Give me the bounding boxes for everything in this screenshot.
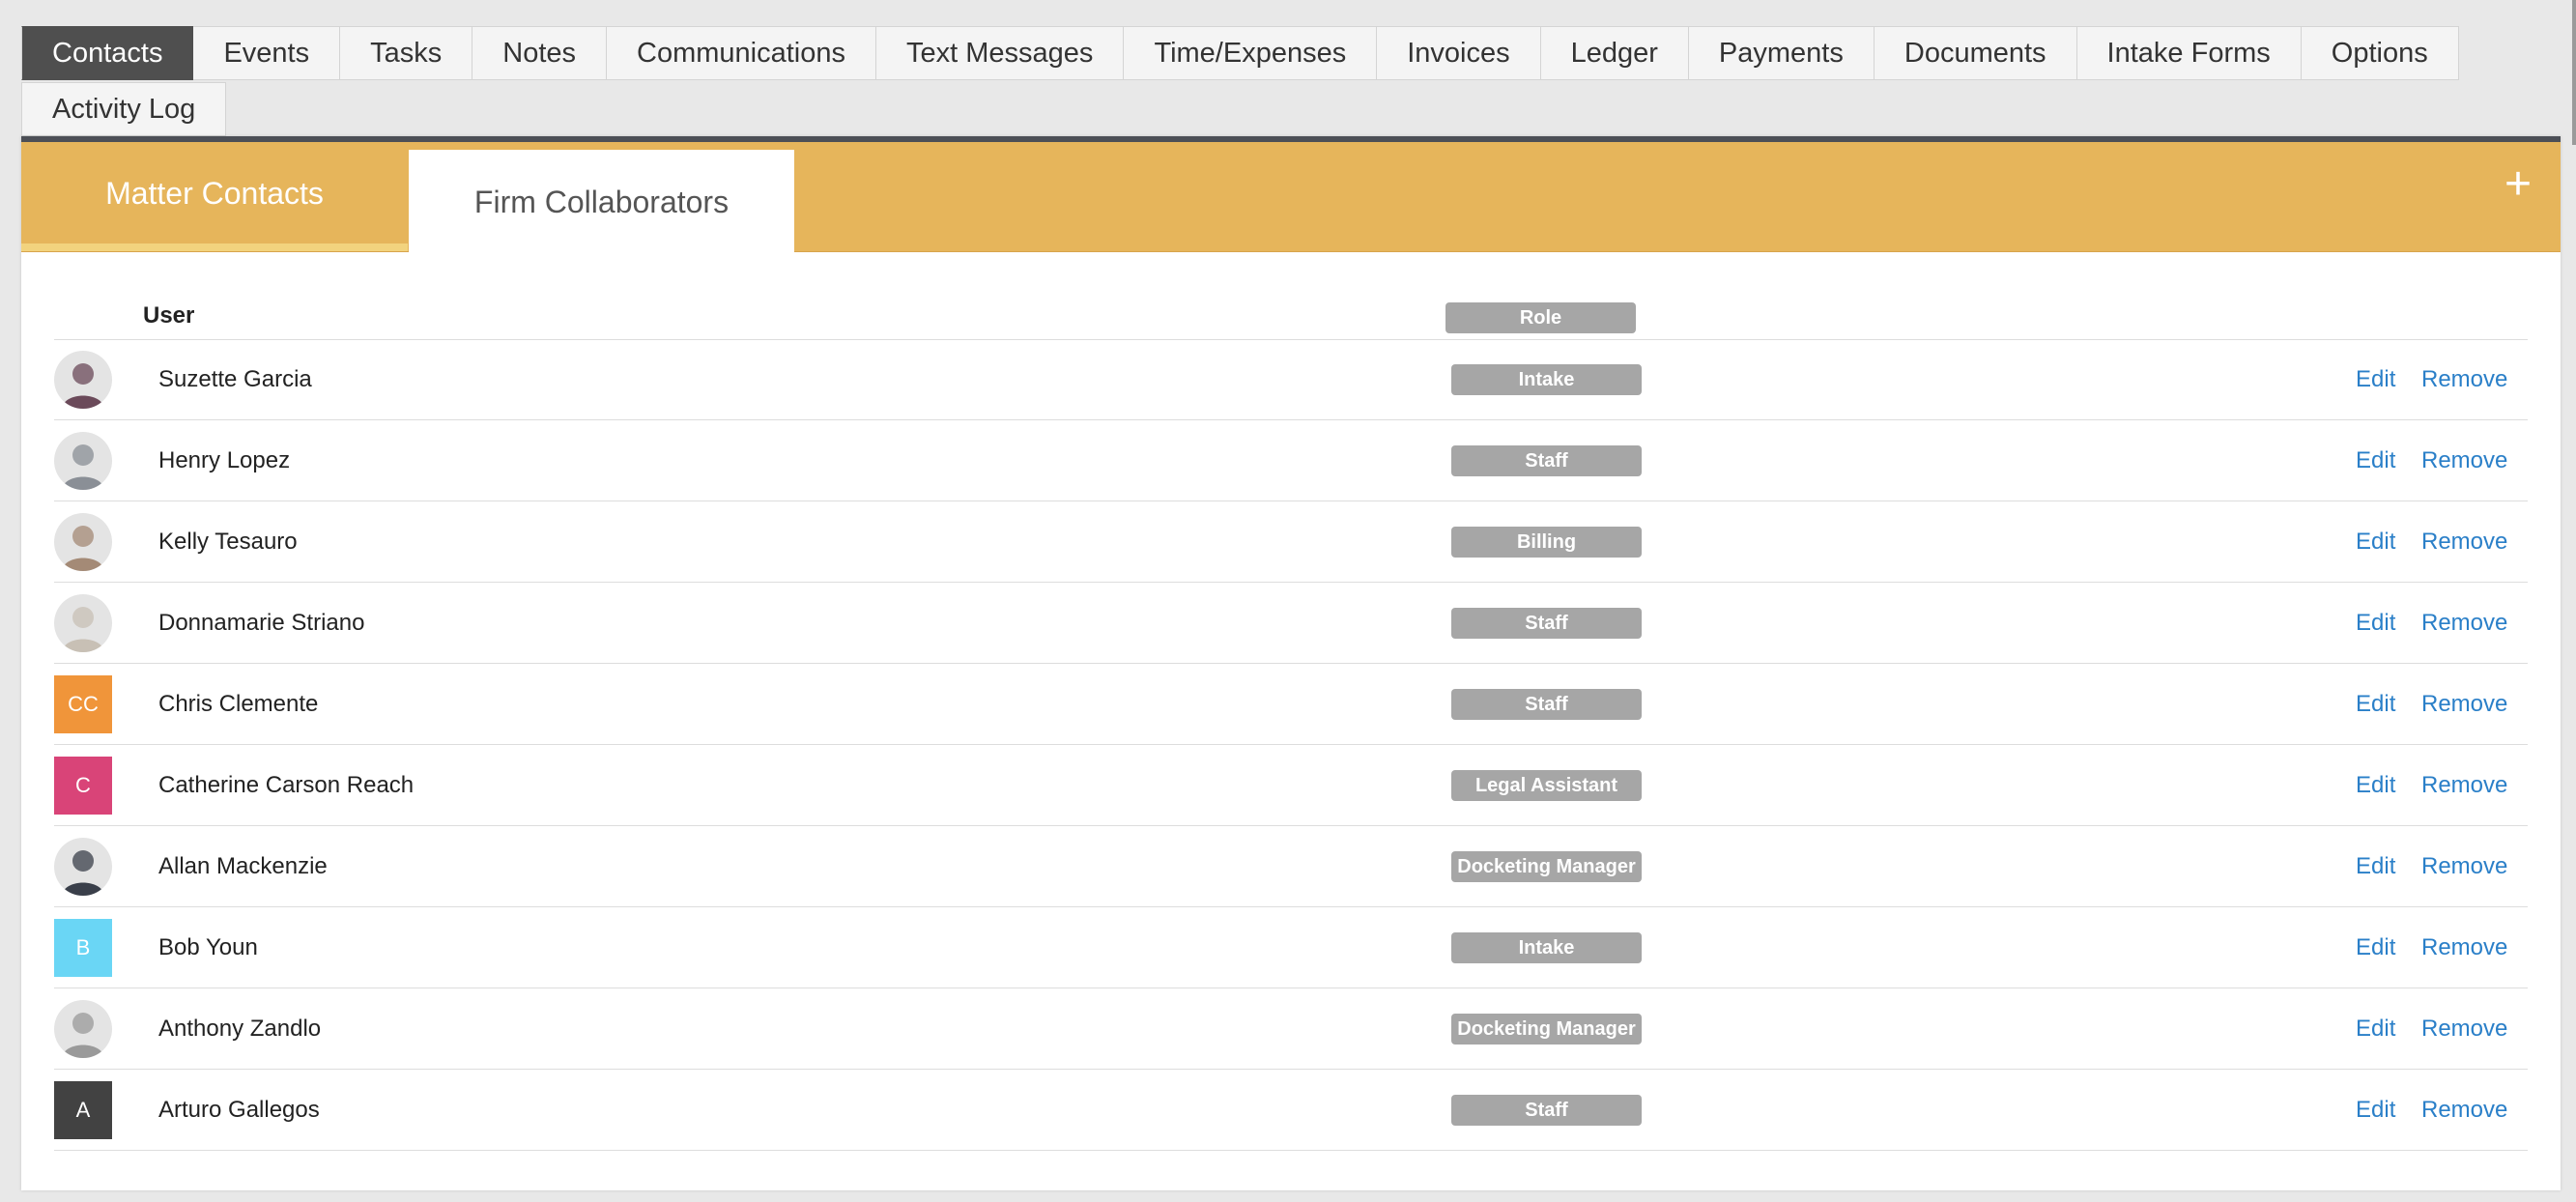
tab-tasks[interactable]: Tasks <box>340 26 473 80</box>
remove-link[interactable]: Remove <box>2421 664 2507 744</box>
scrollbar[interactable] <box>2572 0 2576 145</box>
edit-link[interactable]: Edit <box>2356 907 2395 987</box>
tab-firm-collaborators[interactable]: Firm Collaborators <box>409 150 794 252</box>
column-header-role: Role <box>1445 302 1636 333</box>
avatar <box>54 513 112 571</box>
edit-link[interactable]: Edit <box>2356 826 2395 906</box>
user-name: Arturo Gallegos <box>158 1097 320 1123</box>
role-badge: Docketing Manager <box>1451 850 1642 882</box>
role-badge: Intake <box>1451 931 1642 963</box>
user-name: Suzette Garcia <box>158 366 312 392</box>
remove-link[interactable]: Remove <box>2421 745 2507 825</box>
user-name: Donnamarie Striano <box>158 610 365 636</box>
tab-notes[interactable]: Notes <box>472 26 608 80</box>
remove-link[interactable]: Remove <box>2421 420 2507 501</box>
subtab-header: Matter Contacts Firm Collaborators + <box>21 142 2561 252</box>
tab-documents[interactable]: Documents <box>1874 26 2077 80</box>
table-row: B Bob Youn Intake Edit Remove <box>54 907 2528 988</box>
role-badge: Staff <box>1451 1094 1642 1126</box>
edit-link[interactable]: Edit <box>2356 420 2395 501</box>
table-row: A Arturo Gallegos Staff Edit Remove <box>54 1070 2528 1151</box>
user-name: Bob Youn <box>158 934 258 960</box>
tab-activity-log[interactable]: Activity Log <box>21 82 227 136</box>
remove-link[interactable]: Remove <box>2421 583 2507 663</box>
user-name: Chris Clemente <box>158 691 319 717</box>
role-badge: Docketing Manager <box>1451 1013 1642 1045</box>
user-name: Catherine Carson Reach <box>158 772 415 798</box>
user-name: Anthony Zandlo <box>158 1016 322 1042</box>
edit-link[interactable]: Edit <box>2356 745 2395 825</box>
tab-options[interactable]: Options <box>2301 26 2459 80</box>
edit-link[interactable]: Edit <box>2356 501 2395 582</box>
avatar <box>54 432 112 490</box>
edit-link[interactable]: Edit <box>2356 583 2395 663</box>
table-row: Allan Mackenzie Docketing Manager Edit Remo… <box>54 826 2528 907</box>
role-badge: Staff <box>1451 444 1642 476</box>
remove-link[interactable]: Remove <box>2421 826 2507 906</box>
remove-link[interactable]: Remove <box>2421 988 2507 1069</box>
tab-communications[interactable]: Communications <box>607 26 877 80</box>
tab-contacts[interactable]: Contacts <box>21 26 194 80</box>
role-badge: Staff <box>1451 607 1642 639</box>
table-header: User Role <box>54 297 2528 340</box>
remove-link[interactable]: Remove <box>2421 1070 2507 1150</box>
avatar: CC <box>54 675 112 733</box>
avatar: B <box>54 919 112 977</box>
role-badge: Legal Assistant <box>1451 769 1642 801</box>
remove-link[interactable]: Remove <box>2421 339 2507 419</box>
tab-ledger[interactable]: Ledger <box>1540 26 1689 80</box>
table-row: Henry Lopez Staff Edit Remove <box>54 420 2528 501</box>
edit-link[interactable]: Edit <box>2356 1070 2395 1150</box>
tab-text-messages[interactable]: Text Messages <box>876 26 1125 80</box>
tab-invoices[interactable]: Invoices <box>1377 26 1541 80</box>
table-row: Suzette Garcia Intake Edit Remove <box>54 339 2528 420</box>
remove-link[interactable]: Remove <box>2421 501 2507 582</box>
tab-row-2: Activity Log <box>21 82 2379 136</box>
add-collaborator-button[interactable]: + <box>2497 161 2539 208</box>
table-row: Anthony Zandlo Docketing Manager Edit Remov… <box>54 988 2528 1070</box>
tab-matter-contacts[interactable]: Matter Contacts <box>21 142 408 251</box>
avatar <box>54 351 112 409</box>
tab-payments[interactable]: Payments <box>1688 26 1875 80</box>
role-badge: Billing <box>1451 526 1642 558</box>
user-name: Henry Lopez <box>158 447 291 473</box>
tab-time-expenses[interactable]: Time/Expenses <box>1124 26 1378 80</box>
user-name: Kelly Tesauro <box>158 529 298 555</box>
top-tab-bar: Contacts Events Tasks Notes Communications Te… <box>21 26 2459 136</box>
table-row: Donnamarie Striano Staff Edit Remove <box>54 583 2528 664</box>
edit-link[interactable]: Edit <box>2356 339 2395 419</box>
avatar <box>54 594 112 652</box>
table-row: C Catherine Carson Reach Legal Assistant Ed… <box>54 745 2528 826</box>
remove-link[interactable]: Remove <box>2421 907 2507 987</box>
edit-link[interactable]: Edit <box>2356 988 2395 1069</box>
avatar <box>54 838 112 896</box>
edit-link[interactable]: Edit <box>2356 664 2395 744</box>
avatar: C <box>54 757 112 815</box>
user-name: Allan Mackenzie <box>158 853 328 879</box>
tab-events[interactable]: Events <box>193 26 341 80</box>
column-header-user: User <box>143 302 195 329</box>
role-badge: Staff <box>1451 688 1642 720</box>
collaborators-table: Suzette Garcia Intake Edit Remove Henry Lope… <box>54 339 2528 1151</box>
avatar <box>54 1000 112 1058</box>
table-row: CC Chris Clemente Staff Edit Remove <box>54 664 2528 745</box>
role-badge: Intake <box>1451 363 1642 395</box>
contacts-panel: Matter Contacts Firm Collaborators + Use… <box>21 136 2561 1190</box>
table-row: Kelly Tesauro Billing Edit Remove <box>54 501 2528 583</box>
tab-intake-forms[interactable]: Intake Forms <box>2076 26 2302 80</box>
tab-row-1: Contacts Events Tasks Notes Communications Te… <box>21 26 2459 80</box>
avatar: A <box>54 1081 112 1139</box>
